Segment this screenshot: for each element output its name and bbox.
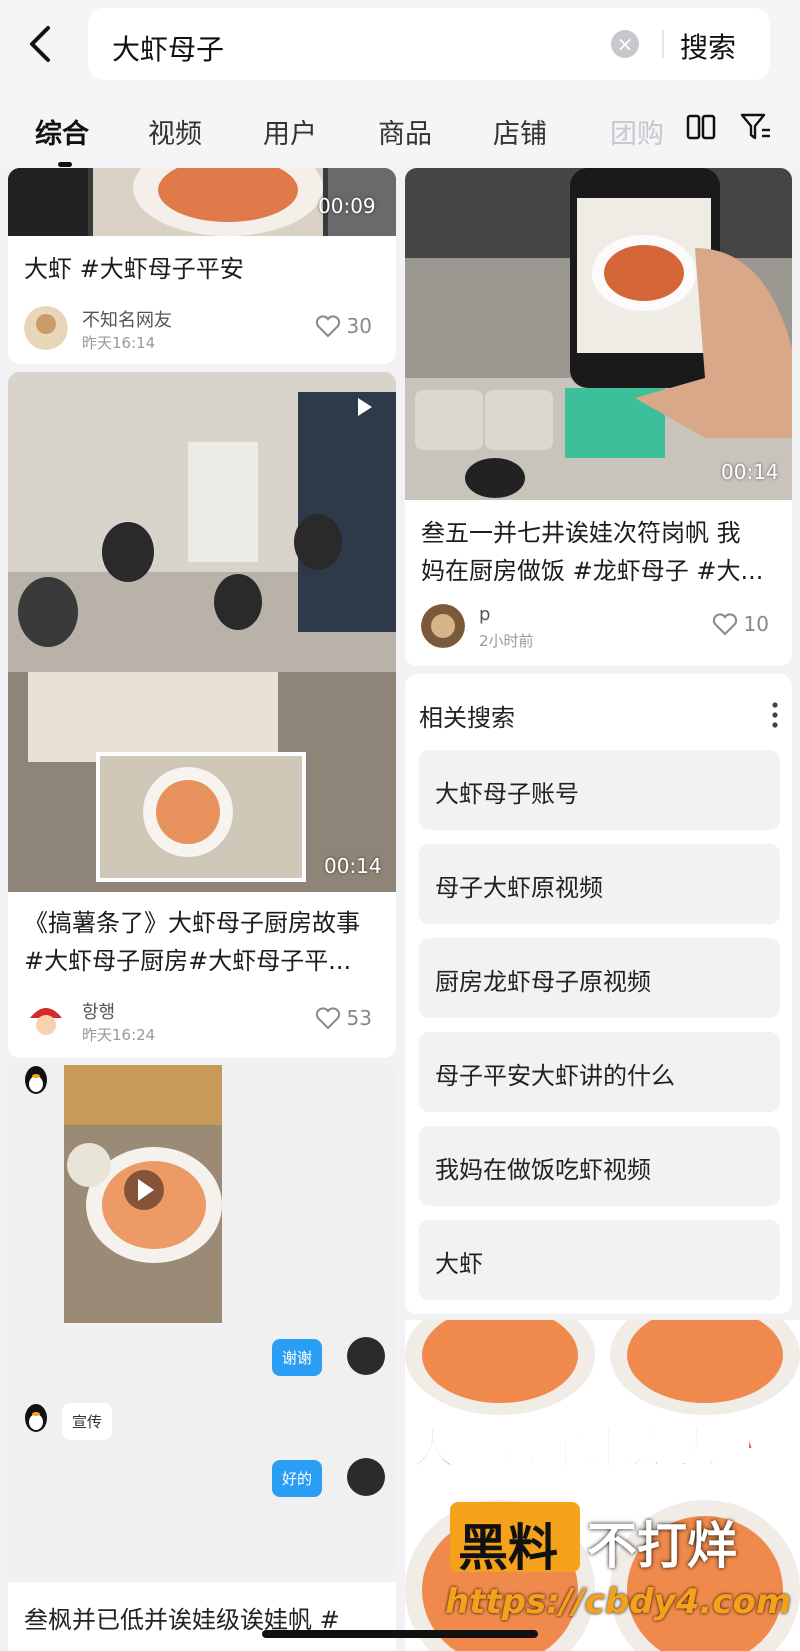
card-title-line: #大虾母子厨房#大虾母子平... — [24, 947, 352, 975]
video-duration: 00:09 — [318, 194, 376, 218]
video-thumbnail — [8, 372, 396, 892]
watermark-text: 不打烊 — [587, 1517, 737, 1575]
author-name[interactable]: 不知名网友 — [82, 306, 172, 332]
tab-stores[interactable]: 店铺 — [493, 112, 547, 151]
like-button[interactable]: 53 — [315, 1006, 372, 1030]
avatar[interactable] — [24, 998, 68, 1042]
related-item[interactable]: 母子平安大虾讲的什么 — [419, 1032, 780, 1112]
avatar — [347, 1337, 385, 1375]
search-box[interactable]: 大虾母子 × 搜索 — [88, 8, 770, 80]
chat-image — [64, 1065, 222, 1323]
author-name[interactable]: 항행 — [82, 998, 115, 1024]
search-input[interactable]: 大虾母子 — [112, 28, 224, 68]
related-item[interactable]: 大虾母子账号 — [419, 750, 780, 830]
qq-penguin-icon — [25, 1066, 47, 1094]
video-duration: 00:14 — [324, 854, 382, 878]
chat-message: 谢谢 — [272, 1339, 323, 1376]
like-count: 53 — [346, 1006, 372, 1030]
filter-icon[interactable] — [740, 112, 772, 142]
divider — [662, 30, 664, 58]
more-icon[interactable] — [772, 702, 778, 728]
post-time: 昨天16:14 — [82, 334, 156, 352]
author-row: 항행 昨天16:24 53 — [24, 998, 384, 1048]
related-item-label: 厨房龙虾母子原视频 — [435, 968, 651, 996]
watermark-logo: 黑料 — [450, 1502, 580, 1577]
top-bar: 大虾母子 × 搜索 — [0, 0, 800, 96]
author-name[interactable]: p — [479, 604, 490, 625]
card-title: 大虾 #大虾母子平安 — [24, 255, 244, 283]
avatar[interactable] — [24, 306, 68, 350]
related-title: 相关搜索 — [419, 704, 515, 732]
heart-icon — [315, 1007, 340, 1030]
watermark-url: https://cbdy4.com — [445, 1582, 792, 1622]
video-duration: 00:14 — [721, 460, 779, 484]
tab-users[interactable]: 用户 — [263, 112, 317, 151]
clear-icon[interactable]: × — [611, 30, 639, 58]
related-item[interactable]: 母子大虾原视频 — [419, 844, 780, 924]
chat-screenshot-card[interactable]: 谢谢 宣传 好的 — [8, 1065, 396, 1575]
play-icon — [358, 398, 372, 416]
video-card[interactable]: 00:14 《搞薯条了》大虾母子厨房故事 #大虾母子厨房#大虾母子平... 항행… — [8, 372, 396, 1058]
related-item-label: 母子平安大虾讲的什么 — [435, 1062, 675, 1090]
home-indicator[interactable] — [262, 1630, 538, 1638]
heart-icon — [712, 613, 737, 636]
qq-penguin-icon — [25, 1404, 47, 1432]
card-title: 《搞薯条了》大虾母子厨房故事 #大虾母子厨房#大虾母子平... — [24, 904, 384, 980]
video-card[interactable]: 00:09 大虾 #大虾母子平安 不知名网友 昨天16:14 30 — [8, 168, 396, 364]
related-item-label: 我妈在做饭吃虾视频 — [435, 1156, 651, 1184]
related-item-label: 母子大虾原视频 — [435, 874, 603, 902]
watermark-text: 黑料 — [458, 1519, 558, 1577]
tab-bar: 综合 视频 用户 商品 店铺 团购 — [0, 96, 800, 168]
card-title-line: 《搞薯条了》大虾母子厨房故事 — [24, 909, 360, 937]
ad-headline: 大虾母子来龙去脉 — [410, 1422, 764, 1475]
chat-message: 宣传 — [62, 1403, 113, 1440]
layout-toggle-icon[interactable] — [686, 114, 716, 140]
tab-video[interactable]: 视频 — [148, 112, 202, 151]
like-button[interactable]: 10 — [712, 612, 769, 636]
like-button[interactable]: 30 — [315, 314, 372, 338]
video-card[interactable]: 00:14 叁五一并七井诶娃次符岗帆 我 妈在厨房做饭 #龙虾母子 #大... … — [405, 168, 792, 666]
avatar[interactable] — [421, 604, 465, 648]
tab-group-buy[interactable]: 团购 — [610, 112, 664, 151]
related-item[interactable]: 大虾 — [419, 1220, 780, 1300]
tab-products[interactable]: 商品 — [378, 112, 432, 151]
tab-comprehensive[interactable]: 综合 — [35, 112, 89, 151]
back-arrow-icon[interactable] — [22, 20, 62, 68]
search-button[interactable]: 搜索 — [680, 26, 736, 66]
video-thumbnail — [405, 168, 792, 500]
related-item-label: 大虾 — [435, 1250, 483, 1278]
like-count: 30 — [346, 314, 372, 338]
like-count: 10 — [743, 612, 769, 636]
avatar — [347, 1458, 385, 1496]
card-title-line: 妈在厨房做饭 #龙虾母子 #大... — [421, 557, 764, 585]
post-time: 昨天16:24 — [82, 1026, 156, 1044]
related-searches: 相关搜索 大虾母子账号 母子大虾原视频 厨房龙虾母子原视频 母子平安大虾讲的什么… — [405, 674, 792, 1314]
card-title: 叁五一并七井诶娃次符岗帆 我 妈在厨房做饭 #龙虾母子 #大... — [421, 514, 781, 590]
card-title[interactable]: 叁枫并已低并诶娃级诶娃帆 # — [8, 1582, 396, 1651]
chat-message: 好的 — [272, 1460, 323, 1497]
ad-banner[interactable]: 大虾母子来龙去脉 黑料 不打烊 https://cbdy4.com — [405, 1320, 800, 1651]
related-item-label: 大虾母子账号 — [435, 780, 579, 808]
heart-icon — [315, 315, 340, 338]
author-row: p 2小时前 10 — [421, 604, 781, 654]
related-item[interactable]: 我妈在做饭吃虾视频 — [419, 1126, 780, 1206]
author-row: 不知名网友 昨天16:14 30 — [24, 306, 384, 356]
related-item[interactable]: 厨房龙虾母子原视频 — [419, 938, 780, 1018]
post-time: 2小时前 — [479, 632, 534, 650]
tab-indicator — [58, 162, 72, 167]
card-title-line: 叁五一并七井诶娃次符岗帆 我 — [421, 519, 741, 547]
